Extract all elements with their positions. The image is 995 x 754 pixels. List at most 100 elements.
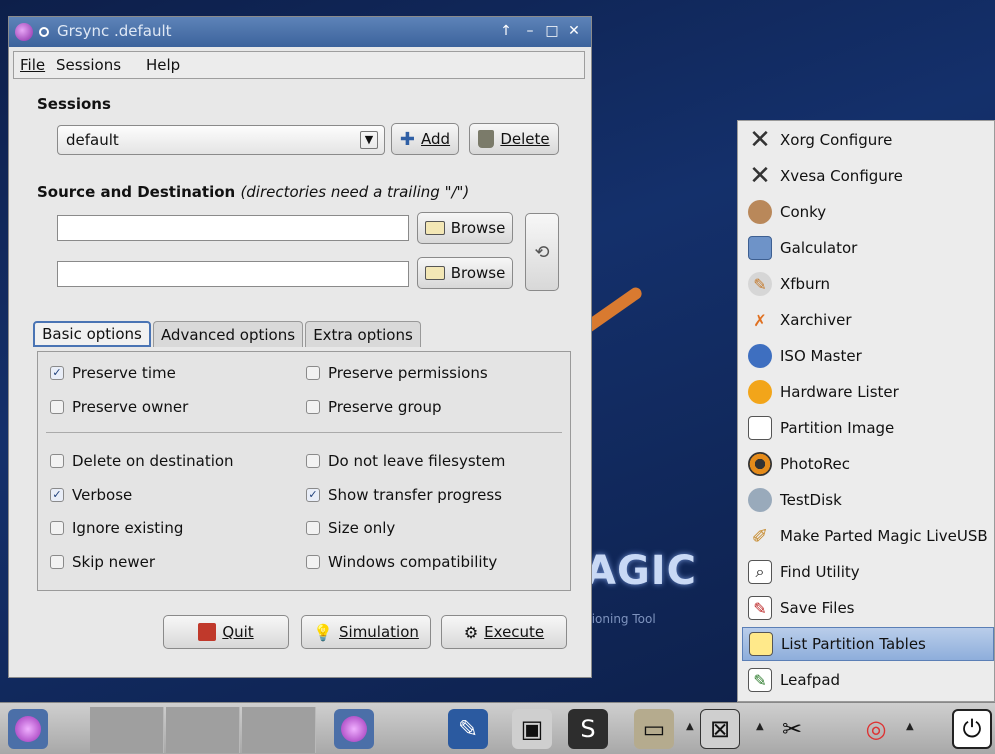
quit-icon [198,623,217,641]
tools-icon[interactable]: ✂ [772,709,812,749]
preserve-permissions-checkbox[interactable]: Preserve permissions [306,364,488,382]
expand-arrow-icon[interactable]: ▲ [756,721,764,732]
checkbox-checked-icon: ✓ [50,488,64,502]
gparted-launcher-icon[interactable]: ✎ [448,709,488,749]
grsync-app-icon[interactable] [15,23,33,41]
browse-label: Browse [450,219,506,237]
find-icon: ⌕ [748,560,772,584]
browse-label: Browse [450,264,506,282]
checkbox-unchecked-icon [306,555,320,569]
menu-item-make-liveusb[interactable]: ✐ Make Parted Magic LiveUSB [742,519,994,553]
screenshot-launcher-icon[interactable]: ▣ [512,709,552,749]
menu-item-label: TestDisk [780,491,842,509]
ignore-existing-checkbox[interactable]: Ignore existing [50,519,183,537]
delete-button-label: Delete [500,130,550,148]
swap-source-destination-button[interactable]: ⟲ [525,213,559,291]
basic-options-panel: ✓ Preserve time Preserve permissions Pre… [37,351,571,591]
photorec-icon [748,452,772,476]
tab-basic-options[interactable]: Basic options [33,321,151,347]
menu-item-find-utility[interactable]: ⌕ Find Utility [742,555,994,589]
x-icon: ✕ [749,125,771,155]
menu-item-partition-image[interactable]: Partition Image [742,411,994,445]
preserve-owner-checkbox[interactable]: Preserve owner [50,398,188,416]
menu-item-photorec[interactable]: PhotoRec [742,447,994,481]
start-menu-icon[interactable] [8,709,48,749]
window-raise-button[interactable]: ↑ [495,20,517,42]
menu-help[interactable]: Help [146,56,180,74]
size-only-checkbox[interactable]: Size only [306,519,395,537]
grsync-swirl-icon [341,716,367,742]
tab-extra-options[interactable]: Extra options [305,321,421,347]
delete-session-button[interactable]: Delete [469,123,559,155]
workspace-1[interactable] [90,707,164,753]
plus-icon: ✚ [399,128,416,150]
workspace-2[interactable] [166,707,240,753]
menu-sessions[interactable]: Sessions [56,56,121,74]
menu-item-testdisk[interactable]: TestDisk [742,483,994,517]
browse-source-button[interactable]: Browse [417,212,513,244]
expand-arrow-icon[interactable]: ▲ [686,721,694,732]
preserve-time-checkbox[interactable]: ✓ Preserve time [50,364,176,382]
menu-item-xarchiver[interactable]: ✗ Xarchiver [742,303,994,337]
preserve-group-checkbox[interactable]: Preserve group [306,398,442,416]
options-tabs: Basic options Advanced options Extra opt… [33,321,573,351]
partition-image-icon [748,416,772,440]
menu-file[interactable]: File [20,56,45,74]
show-transfer-progress-checkbox[interactable]: ✓ Show transfer progress [306,486,502,504]
menu-item-label: Save Files [780,599,855,617]
window-maximize-button[interactable]: □ [541,20,563,42]
skip-newer-checkbox[interactable]: Skip newer [50,553,155,571]
verbose-checkbox[interactable]: ✓ Verbose [50,486,132,504]
session-select[interactable]: default ▼ [57,125,385,155]
partition-table-icon [749,632,773,656]
windows-compatibility-checkbox[interactable]: Windows compatibility [306,553,497,571]
menu-item-label: PhotoRec [780,455,851,473]
trash-icon [478,130,495,148]
simulation-button[interactable]: 💡 Simulation [301,615,431,649]
menu-item-iso-master[interactable]: ISO Master [742,339,994,373]
menu-item-list-partition-tables[interactable]: List Partition Tables [742,627,994,661]
delete-on-destination-checkbox[interactable]: Delete on destination [50,452,234,470]
add-session-button[interactable]: ✚ Add [391,123,459,155]
quit-button[interactable]: Quit [163,615,289,649]
do-not-leave-filesystem-checkbox[interactable]: Do not leave filesystem [306,452,505,470]
tab-advanced-options[interactable]: Advanced options [153,321,303,347]
menu-item-label: Xvesa Configure [780,167,903,185]
menu-item-xorg-configure[interactable]: ✕ Xorg Configure [742,123,994,157]
iso-disc-icon [748,344,772,368]
disc-burn-icon: ✎ [748,272,772,296]
lifebuoy-icon[interactable]: ◎ [856,709,896,749]
power-icon[interactable]: ⏻ [952,709,992,749]
display-settings-icon[interactable]: ⊠ [700,709,740,749]
menu-item-xvesa-configure[interactable]: ✕ Xvesa Configure [742,159,994,193]
sessions-heading: Sessions [37,95,111,113]
terminal-launcher-icon[interactable]: S [568,709,608,749]
menu-item-galculator[interactable]: Galculator [742,231,994,265]
preserve-group-label: Preserve group [328,398,442,416]
window-close-button[interactable]: ✕ [563,20,585,42]
menu-item-label: Find Utility [780,563,860,581]
file-manager-icon[interactable]: ▭ [634,709,674,749]
window-titlebar[interactable]: Grsync .default ↑ – □ ✕ [9,17,591,47]
workspace-3[interactable] [242,707,316,753]
destination-field[interactable] [57,261,409,287]
taskbar: ✎ ▣ S ▭ ▲ ⊠ ▲ ✂ ◎ ▲ ⏻ [0,702,995,754]
preserve-owner-label: Preserve owner [72,398,189,416]
source-field[interactable] [57,215,409,241]
menu-item-label: Conky [780,203,827,221]
hardware-icon [748,380,772,404]
menu-item-hardware-lister[interactable]: Hardware Lister [742,375,994,409]
window-menu-icon[interactable] [39,27,49,37]
menu-item-xfburn[interactable]: ✎ Xfburn [742,267,994,301]
source-destination-title: Source and Destination [37,183,236,201]
expand-arrow-icon[interactable]: ▲ [906,721,914,732]
menu-item-label: Make Parted Magic LiveUSB [780,527,988,545]
window-minimize-button[interactable]: – [519,20,541,42]
execute-button[interactable]: ⚙ Execute [441,615,567,649]
browse-destination-button[interactable]: Browse [417,257,513,289]
grsync-task-button[interactable] [334,709,374,749]
menu-item-save-files[interactable]: ✎ Save Files [742,591,994,625]
delete-on-destination-label: Delete on destination [72,452,234,470]
menu-item-leafpad[interactable]: ✎ Leafpad [742,663,994,697]
menu-item-conky[interactable]: Conky [742,195,994,229]
